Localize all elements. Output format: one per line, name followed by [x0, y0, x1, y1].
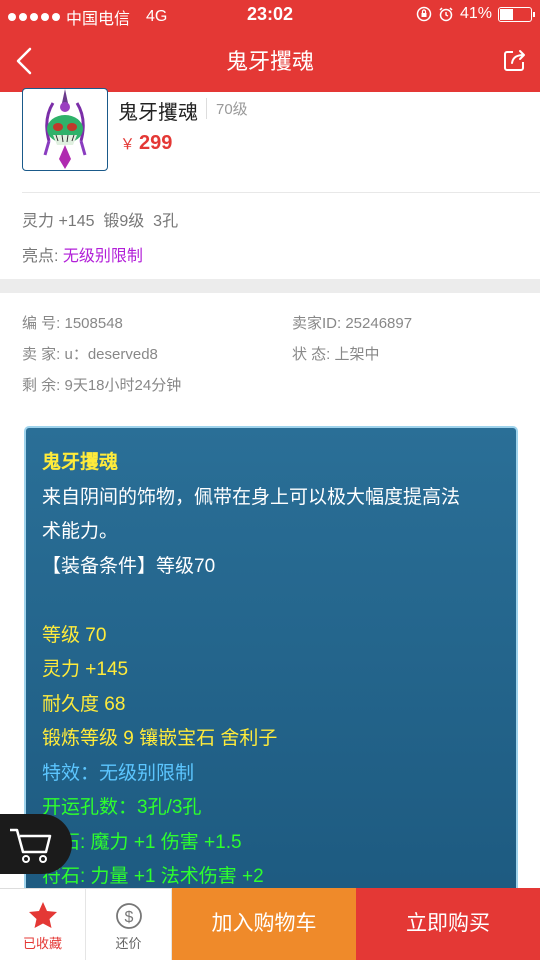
section-separator	[0, 279, 540, 293]
item-attributes: 灵力 +145 锻9级 3孔	[22, 213, 179, 230]
currency-symbol: ￥	[120, 136, 136, 153]
favorite-button[interactable]: 已收藏	[0, 889, 86, 960]
item-image	[43, 89, 87, 169]
highlight-value: 无级别限制	[62, 248, 143, 265]
alarm-icon	[439, 7, 453, 22]
listing-status: 状 态: 上架中	[292, 346, 380, 363]
star-icon	[29, 902, 57, 928]
desc-line: 来自阴间的饰物，佩带在身上可以极大幅度提高法	[42, 486, 461, 508]
item-highlight: 亮点: 无级别限制	[22, 242, 143, 266]
listing-id: 编 号: 1508548	[22, 315, 123, 332]
bargain-button[interactable]: $ 还价	[86, 889, 172, 960]
battery-percent: 41%	[459, 5, 492, 22]
battery-icon	[498, 6, 535, 22]
desc-stat-spirit: 灵力 +145	[42, 659, 129, 680]
rotation-lock-icon	[416, 6, 432, 22]
svg-text:$: $	[125, 909, 134, 926]
highlight-label: 亮点:	[22, 248, 63, 265]
favorite-label: 已收藏	[22, 936, 62, 951]
share-icon[interactable]	[502, 47, 528, 73]
desc-line: 术能力。	[42, 521, 119, 542]
desc-requirement: 【装备条件】等级70	[42, 555, 216, 577]
item-name: 鬼牙攫魂	[118, 102, 198, 124]
add-to-cart-button[interactable]: 加入购物车	[172, 888, 356, 960]
page-title: 鬼牙攫魂	[225, 49, 314, 74]
item-level: 70级	[206, 98, 248, 119]
desc-stat-durability: 耐久度 68	[42, 693, 126, 715]
time-remaining: 剩 余: 9天18小时24分钟	[22, 377, 182, 394]
desc-spacer	[42, 584, 500, 619]
buy-now-button[interactable]: 立即购买	[356, 888, 540, 960]
desc-rune-stone: 符石: 魔力 +1 伤害 +1.5	[42, 831, 242, 853]
desc-holes: 开运孔数：3孔/3孔	[42, 797, 202, 818]
desc-stat-level: 等级 70	[42, 624, 107, 646]
dollar-icon: $	[116, 903, 142, 929]
item-description-panel: 鬼牙攫魂 来自阴间的饰物，佩带在身上可以极大幅度提高法 术能力。 【装备条件】等…	[24, 426, 518, 906]
desc-effect: 特效：无级别限制	[42, 762, 195, 784]
top-bar: 中国电信 4G 23:02 41% 鬼牙攫魂	[0, 0, 540, 92]
desc-title: 鬼牙攫魂	[42, 452, 119, 473]
item-thumbnail[interactable]	[22, 88, 108, 171]
status-right: 41%	[416, 5, 535, 23]
bargain-label: 还价	[115, 936, 142, 951]
divider	[22, 192, 540, 193]
item-price: ￥ 299	[120, 132, 172, 155]
desc-stat-forge: 锻炼等级 9 镶嵌宝石 舍利子	[42, 728, 278, 749]
shopping-cart-icon	[10, 828, 52, 863]
seller-name: 卖 家: u：deserved8	[22, 346, 158, 363]
floating-cart-button[interactable]	[0, 814, 72, 874]
price-value: 299	[139, 132, 173, 154]
seller-id: 卖家ID: 25246897	[292, 315, 413, 332]
status-bar: 中国电信 4G 23:02 41%	[0, 0, 540, 30]
